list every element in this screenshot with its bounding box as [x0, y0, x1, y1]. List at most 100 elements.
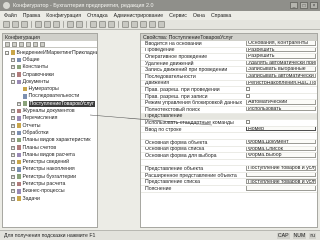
expand-icon[interactable]: +: [11, 138, 15, 143]
property-value-field[interactable]: Разрешить: [246, 54, 316, 59]
menu-file[interactable]: Файл: [4, 13, 17, 19]
tree-item[interactable]: + Регистры бухгалтерии: [3, 173, 97, 180]
tree-item[interactable]: + Справочники: [3, 71, 97, 78]
expand-icon[interactable]: +: [11, 152, 15, 157]
property-row: Запись движений при проведении Записывать…: [141, 67, 317, 74]
properties-icon[interactable]: [149, 21, 156, 28]
property-value-field[interactable]: Форма.Выбор: [246, 153, 316, 158]
replace-icon[interactable]: [99, 21, 106, 28]
property-value-field[interactable]: Автоматический: [246, 100, 316, 105]
tree-item[interactable]: + Константы: [3, 64, 97, 71]
expand-icon[interactable]: +: [11, 57, 15, 62]
move-up-icon[interactable]: [26, 41, 31, 47]
property-value-field[interactable]: [246, 186, 316, 191]
tree-item[interactable]: + Планы счетов: [3, 144, 97, 151]
close-button[interactable]: ×: [310, 2, 318, 9]
expand-icon[interactable]: +: [11, 109, 15, 114]
tree-item[interactable]: + Регистры сведений: [3, 158, 97, 165]
edit-icon[interactable]: [12, 41, 17, 47]
tree-item[interactable]: + Регистры расчета: [3, 180, 97, 187]
property-value-field[interactable]: Номер: [246, 126, 316, 132]
expand-icon[interactable]: +: [11, 145, 15, 150]
collapse-icon[interactable]: -: [11, 79, 15, 84]
tree-item[interactable]: + Планы видов расчета: [3, 151, 97, 158]
delete-icon[interactable]: [19, 41, 24, 47]
tree-item[interactable]: + Бизнес-процессы: [3, 188, 97, 195]
help-icon[interactable]: [158, 21, 165, 28]
maximize-button[interactable]: □: [300, 2, 308, 9]
tree-item[interactable]: Последовательности: [3, 93, 97, 100]
expand-icon[interactable]: +: [11, 123, 15, 128]
property-checkbox[interactable]: [246, 87, 250, 91]
expand-icon[interactable]: +: [11, 72, 15, 77]
properties-panel-header[interactable]: Свойства: ПоступлениеТоваровУслуг: [141, 34, 317, 41]
expand-icon[interactable]: +: [11, 167, 15, 172]
menu-debug[interactable]: Отладка: [87, 13, 108, 19]
paste-icon[interactable]: [53, 21, 60, 28]
tree-item[interactable]: + Журналы документов: [3, 107, 97, 114]
tree-item[interactable]: + ПоступлениеТоваровУслуг: [3, 100, 97, 107]
tree-item[interactable]: + Планы видов характеристик: [3, 137, 97, 144]
tree-item[interactable]: + Регистры накопления: [3, 166, 97, 173]
tree-item[interactable]: Нумераторы: [3, 85, 97, 92]
property-value-field[interactable]: Форма.Документ: [246, 139, 316, 145]
expand-icon[interactable]: +: [11, 174, 15, 179]
property-value-field[interactable]: Основания, Контрагенты: [246, 41, 316, 46]
syntax-check-icon[interactable]: [108, 21, 115, 28]
expand-icon[interactable]: +: [11, 189, 15, 194]
property-value-field[interactable]: Форма.Список: [246, 146, 316, 151]
undo-icon[interactable]: [67, 21, 74, 28]
expand-icon[interactable]: +: [11, 116, 15, 121]
property-value-field[interactable]: РегистрНакопления.НДС.Покупки: [246, 80, 316, 86]
expand-icon[interactable]: +: [11, 160, 15, 165]
save-icon[interactable]: [21, 21, 28, 28]
tree-item-label: Справочники: [22, 71, 54, 78]
cut-icon[interactable]: [35, 21, 42, 28]
property-name: Запись движений при проведении: [145, 67, 228, 74]
menu-windows[interactable]: Окна: [193, 13, 205, 19]
open-icon[interactable]: [12, 21, 19, 28]
menu-service[interactable]: Сервис: [169, 13, 187, 19]
property-value-field[interactable]: Использовать: [246, 106, 316, 112]
tree-panel-header[interactable]: Конфигурация: [3, 34, 97, 41]
menu-help[interactable]: Справка: [211, 13, 231, 19]
add-icon[interactable]: [5, 41, 10, 47]
sort-icon[interactable]: [40, 41, 45, 47]
property-value-field[interactable]: Записывать выбранные: [246, 67, 316, 72]
title-bar[interactable]: Конфигуратор - Бухгалтерия предприятия, …: [0, 0, 320, 11]
property-value-field[interactable]: Удалять автоматически при отмене: [246, 60, 316, 66]
property-checkbox[interactable]: [246, 93, 250, 98]
new-icon[interactable]: [3, 21, 10, 28]
tree-item[interactable]: + Задачи: [3, 195, 97, 202]
property-value-field[interactable]: Разрешить: [246, 47, 316, 53]
run-enterprise-icon[interactable]: [140, 21, 147, 28]
redo-icon[interactable]: [76, 21, 83, 28]
menu-edit[interactable]: Правка: [23, 13, 41, 19]
expand-icon[interactable]: +: [11, 196, 15, 201]
collapse-icon[interactable]: -: [5, 50, 9, 55]
property-value-field[interactable]: Поступление товаров и услуг: [246, 179, 316, 184]
property-value-field[interactable]: [246, 172, 316, 178]
menu-administration[interactable]: Администрирование: [114, 13, 163, 19]
tree-item[interactable]: - Документы: [3, 78, 97, 85]
move-down-icon[interactable]: [33, 41, 38, 47]
expand-icon[interactable]: +: [11, 65, 15, 70]
property-value-field[interactable]: Записывать автоматически: [246, 73, 316, 79]
expand-icon[interactable]: +: [11, 130, 15, 135]
expand-icon[interactable]: +: [17, 101, 21, 106]
tree-item[interactable]: - ВнедрениеИМаркетингПрикладныхРешений: [3, 49, 97, 56]
copy-icon[interactable]: [44, 21, 51, 28]
expand-icon[interactable]: +: [11, 181, 15, 186]
property-value-field[interactable]: Поступление товаров и услуг: [246, 166, 316, 171]
run-debug-icon[interactable]: [131, 21, 138, 28]
menu-configuration[interactable]: Конфигурация: [46, 13, 81, 19]
tree-item[interactable]: + Перечисления: [3, 115, 97, 122]
tree-item[interactable]: + Отчеты: [3, 122, 97, 129]
chart-types-icon: [16, 137, 21, 143]
update-db-icon[interactable]: [122, 21, 129, 28]
tree-item[interactable]: + Обработки: [3, 129, 97, 136]
minimize-button[interactable]: _: [290, 2, 298, 9]
tree-item[interactable]: + Общие: [3, 56, 97, 63]
property-checkbox[interactable]: [246, 120, 250, 124]
find-icon[interactable]: [90, 21, 97, 28]
